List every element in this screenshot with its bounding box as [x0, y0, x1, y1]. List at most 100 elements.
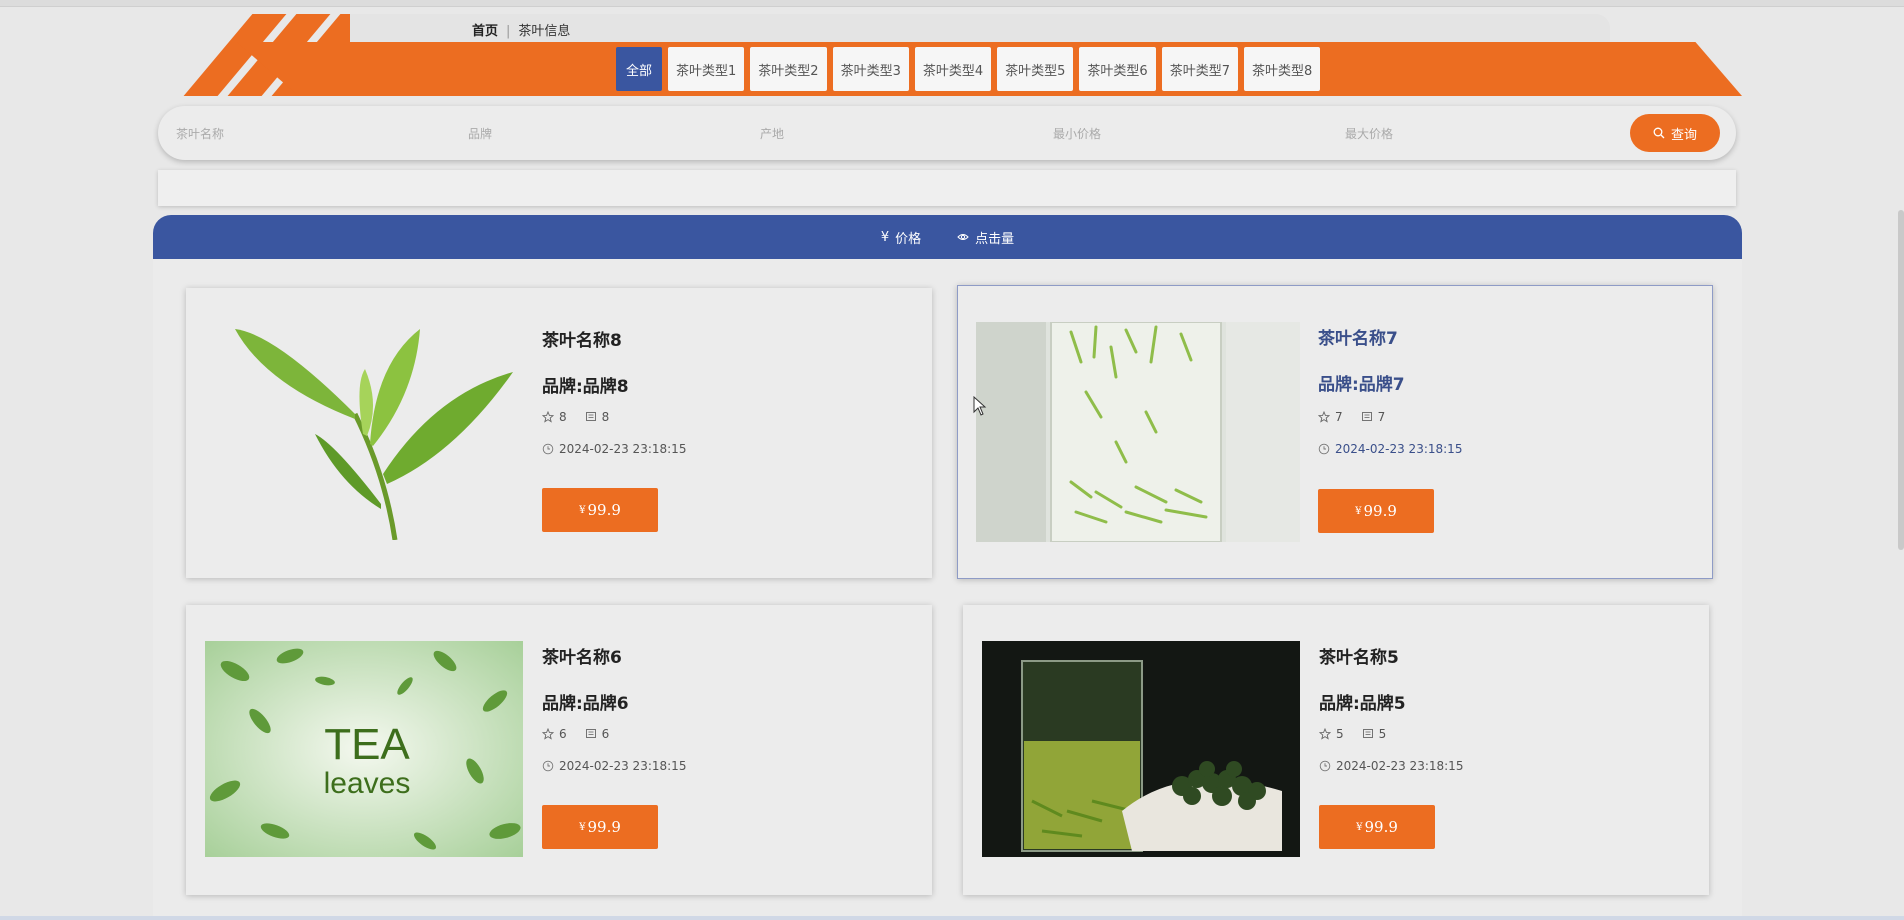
favorites-value: 5	[1336, 727, 1344, 741]
scrollbar[interactable]	[1898, 210, 1904, 550]
price-button[interactable]: ¥99.9	[1318, 489, 1434, 533]
favorites-value: 8	[559, 410, 567, 424]
currency-symbol: ¥	[579, 504, 586, 516]
product-stats: 7 7	[1318, 410, 1385, 424]
product-stats: 8 8	[542, 410, 609, 424]
product-card[interactable]: 茶叶名称8 品牌:品牌8 8 8 2024-02-23 23:18:15 ¥99…	[186, 288, 932, 578]
tab-type-2[interactable]: 茶叶类型2	[750, 47, 827, 91]
tab-type-3[interactable]: 茶叶类型3	[832, 47, 909, 91]
breadcrumb-separator: |	[506, 24, 511, 39]
product-brand: 品牌:品牌7	[1318, 375, 1405, 395]
product-card[interactable]: 茶叶名称5 品牌:品牌5 5 5 2024-02-23 23:18:15 ¥99…	[963, 605, 1709, 895]
price-button[interactable]: ¥99.9	[542, 488, 658, 532]
favorites-count: 6	[542, 727, 567, 741]
comments-value: 6	[601, 727, 610, 741]
product-image-tea-glass-and-leaves[interactable]	[982, 641, 1300, 857]
product-brand: 品牌:品牌6	[542, 694, 629, 714]
product-time: 2024-02-23 23:18:15	[1319, 759, 1463, 773]
product-card[interactable]: 茶叶名称7 品牌:品牌7 7 7 2024-02-23 23:18:15 ¥99…	[957, 285, 1713, 579]
tab-type-4[interactable]: 茶叶类型4	[914, 47, 992, 91]
product-brand: 品牌:品牌5	[1319, 694, 1406, 714]
product-brand: 品牌:品牌8	[542, 377, 629, 397]
product-card[interactable]: TEA leaves 茶叶名称6 品牌:品牌6 6 6 2024-02-23 2…	[186, 605, 932, 895]
price-button[interactable]: ¥99.9	[1319, 805, 1435, 849]
search-bar: 茶叶名称 品牌 产地 最小价格 最大价格 查询	[158, 106, 1736, 160]
top-border	[0, 0, 1904, 7]
min-price-input[interactable]: 最小价格	[1053, 125, 1101, 142]
eye-icon	[957, 234, 969, 240]
tea-name-input[interactable]: 茶叶名称	[176, 125, 224, 142]
price-value: 99.9	[1364, 818, 1398, 836]
tab-all[interactable]: 全部	[616, 47, 663, 91]
max-price-input[interactable]: 最大价格	[1345, 125, 1393, 142]
tab-type-1[interactable]: 茶叶类型1	[668, 47, 745, 91]
price-value: 99.9	[587, 501, 621, 519]
mouse-cursor-icon	[973, 396, 987, 416]
product-time: 2024-02-23 23:18:15	[542, 759, 686, 773]
clock-icon	[1319, 760, 1331, 772]
product-time-value: 2024-02-23 23:18:15	[1336, 759, 1464, 773]
search-button-label: 查询	[1670, 127, 1697, 143]
product-time-value: 2024-02-23 23:18:15	[1335, 442, 1463, 456]
currency-symbol: ¥	[579, 821, 586, 833]
comment-icon	[585, 412, 596, 421]
tab-type-8[interactable]: 茶叶类型8	[1243, 47, 1321, 91]
favorites-count: 7	[1318, 410, 1343, 424]
clock-icon	[542, 760, 554, 772]
star-icon	[1318, 411, 1330, 423]
breadcrumb-home[interactable]: 首页	[472, 24, 498, 39]
comment-icon	[585, 729, 596, 738]
filter-panel	[158, 170, 1736, 206]
product-image-tea-leaves-poster[interactable]: TEA leaves	[205, 641, 523, 857]
comments-value: 5	[1378, 727, 1387, 741]
product-title[interactable]: 茶叶名称5	[1319, 643, 1399, 668]
comment-icon	[1361, 412, 1372, 421]
poster-text-tea: TEA	[324, 720, 410, 769]
poster-text-leaves: leaves	[324, 767, 411, 800]
product-title[interactable]: 茶叶名称7	[1318, 324, 1398, 349]
tab-type-7[interactable]: 茶叶类型7	[1161, 47, 1238, 91]
clock-icon	[1318, 443, 1330, 455]
favorites-count: 8	[542, 410, 567, 424]
product-title[interactable]: 茶叶名称8	[542, 326, 622, 351]
star-icon	[542, 411, 554, 423]
search-button[interactable]: 查询	[1630, 114, 1720, 152]
favorites-value: 7	[1335, 410, 1343, 424]
comments-count: 6	[585, 727, 610, 741]
product-image-tea-leaf-sprig[interactable]	[205, 324, 523, 540]
sort-by-views[interactable]: 点击量	[957, 228, 1014, 247]
product-time: 2024-02-23 23:18:15	[542, 442, 686, 456]
product-stats: 5 5	[1319, 727, 1386, 741]
comments-count: 7	[1361, 410, 1386, 424]
product-time: 2024-02-23 23:18:15	[1318, 442, 1462, 456]
product-stats: 6 6	[542, 727, 609, 741]
product-title[interactable]: 茶叶名称6	[542, 643, 622, 668]
star-icon	[1319, 728, 1331, 740]
tab-type-6[interactable]: 茶叶类型6	[1079, 47, 1156, 91]
price-value: 99.9	[587, 818, 621, 836]
sort-by-price[interactable]: ¥ 价格	[881, 228, 921, 247]
comments-count: 8	[585, 410, 610, 424]
favorites-value: 6	[559, 727, 567, 741]
category-tabs: 全部 茶叶类型1 茶叶类型2 茶叶类型3 茶叶类型4 茶叶类型5 茶叶类型6 茶…	[616, 47, 1321, 91]
sort-price-label: 价格	[895, 231, 922, 247]
yen-icon: ¥	[880, 229, 890, 245]
breadcrumb: 首页 | 茶叶信息	[472, 20, 570, 39]
comments-value: 7	[1377, 410, 1386, 424]
favorites-count: 5	[1319, 727, 1344, 741]
comments-value: 8	[601, 410, 610, 424]
price-value: 99.9	[1363, 502, 1397, 520]
bottom-border	[0, 916, 1904, 920]
star-icon	[542, 728, 554, 740]
comment-icon	[1362, 729, 1373, 738]
tab-type-5[interactable]: 茶叶类型5	[997, 47, 1074, 91]
search-icon	[1653, 127, 1665, 139]
product-image-tea-in-glass[interactable]	[976, 322, 1300, 542]
price-button[interactable]: ¥99.9	[542, 805, 658, 849]
product-time-value: 2024-02-23 23:18:15	[559, 442, 687, 456]
brand-input[interactable]: 品牌	[468, 125, 492, 142]
breadcrumb-current: 茶叶信息	[518, 24, 571, 39]
product-time-value: 2024-02-23 23:18:15	[559, 759, 687, 773]
origin-input[interactable]: 产地	[760, 125, 784, 142]
sort-bar: ¥ 价格 点击量	[153, 215, 1742, 259]
